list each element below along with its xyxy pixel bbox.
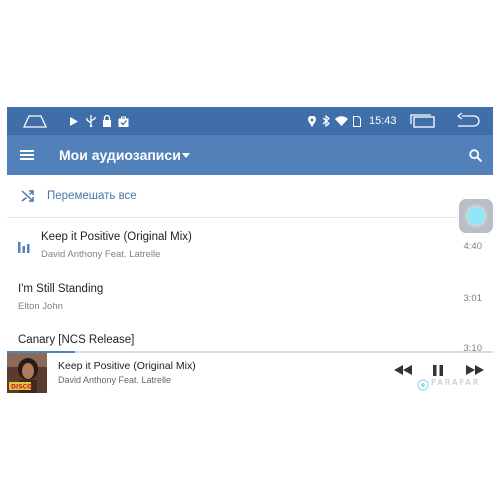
lock-icon bbox=[101, 107, 113, 135]
track-duration: 3:01 bbox=[463, 293, 483, 304]
cover-text: DISCO bbox=[11, 384, 32, 391]
dropdown-icon[interactable] bbox=[181, 135, 191, 175]
page-title[interactable]: Мои аудиозаписи bbox=[59, 135, 181, 175]
back-icon[interactable] bbox=[453, 107, 481, 135]
bluetooth-icon bbox=[321, 107, 331, 135]
menu-icon[interactable] bbox=[19, 135, 35, 175]
watermark-logo-icon bbox=[417, 378, 429, 391]
album-cover[interactable]: DISCO bbox=[7, 353, 47, 393]
bag-icon bbox=[117, 107, 130, 135]
watermark: PARAFAR bbox=[431, 378, 481, 387]
mini-player[interactable]: DISCO Keep it Positive (Original Mix) Da… bbox=[7, 351, 493, 394]
fast-forward-icon[interactable] bbox=[465, 360, 485, 380]
track-row[interactable]: Keep it Positive (Original Mix) David An… bbox=[7, 219, 493, 271]
now-playing-artist: David Anthony Feat. Latrelle bbox=[58, 375, 172, 385]
track-row[interactable]: I'm Still Standing Elton John 3:01 bbox=[7, 271, 493, 323]
track-artist: David Anthony Feat. Latrelle bbox=[41, 249, 161, 260]
home-icon[interactable] bbox=[21, 107, 49, 135]
track-duration: 4:40 bbox=[463, 241, 483, 252]
clock: 15:43 bbox=[369, 115, 397, 127]
screen: 15:43 Мои аудиозаписи Перемешать все Kee… bbox=[7, 107, 493, 394]
play-icon bbox=[69, 107, 79, 135]
recent-apps-icon[interactable] bbox=[409, 107, 437, 135]
track-title: I'm Still Standing bbox=[18, 283, 104, 295]
playback-progress-bar[interactable] bbox=[7, 351, 493, 353]
wifi-icon bbox=[334, 107, 348, 135]
sim-icon bbox=[352, 107, 362, 135]
app-bar: Мои аудиозаписи bbox=[7, 135, 493, 175]
location-icon bbox=[307, 107, 317, 135]
shuffle-all-label: Перемешать все bbox=[47, 190, 137, 202]
track-artist: Elton John bbox=[18, 301, 63, 312]
system-status-bar: 15:43 bbox=[7, 107, 493, 135]
shuffle-icon bbox=[20, 188, 36, 204]
usb-icon bbox=[85, 107, 97, 135]
now-playing-title: Keep it Positive (Original Mix) bbox=[58, 360, 196, 372]
track-title: Keep it Positive (Original Mix) bbox=[41, 231, 192, 243]
equalizer-icon bbox=[18, 240, 30, 253]
shuffle-all-button[interactable]: Перемешать все bbox=[7, 175, 493, 218]
rewind-icon[interactable] bbox=[393, 360, 413, 380]
pause-icon[interactable] bbox=[431, 360, 445, 380]
search-icon[interactable] bbox=[467, 135, 483, 175]
track-title: Canary [NCS Release] bbox=[18, 334, 135, 346]
